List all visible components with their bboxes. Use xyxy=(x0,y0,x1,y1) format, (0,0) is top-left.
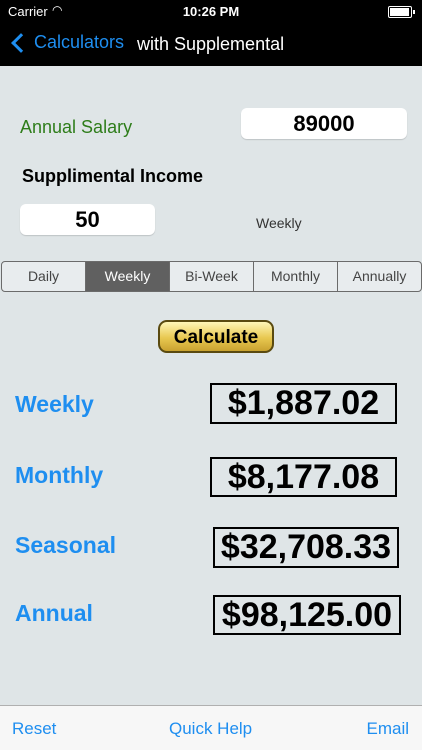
navigation-bar: Calculators with Supplemental xyxy=(0,22,422,66)
segment-monthly[interactable]: Monthly xyxy=(254,262,338,291)
battery-icon xyxy=(388,6,415,18)
calculate-button[interactable]: Calculate xyxy=(158,320,274,353)
annual-salary-field[interactable]: 89000 xyxy=(241,108,407,139)
back-button[interactable]: Calculators xyxy=(10,32,124,53)
email-button[interactable]: Email xyxy=(366,719,409,739)
seasonal-result-label: Seasonal xyxy=(15,532,116,558)
reset-button[interactable]: Reset xyxy=(12,719,56,739)
segment-bi-week[interactable]: Bi-Week xyxy=(170,262,254,291)
quick-help-button[interactable]: Quick Help xyxy=(169,719,252,739)
segment-annually[interactable]: Annually xyxy=(338,262,421,291)
page-title: with Supplemental xyxy=(137,34,285,54)
monthly-result-label: Monthly xyxy=(15,462,104,488)
weekly-result-label: Weekly xyxy=(15,391,94,417)
back-button-label: Calculators xyxy=(34,32,125,52)
weekly-result-value: $1,887.02 xyxy=(210,383,397,424)
supplemental-frequency-label: Weekly xyxy=(256,215,302,231)
segment-daily[interactable]: Daily xyxy=(2,262,86,291)
annual-salary-label: Annual Salary xyxy=(20,117,133,137)
status-bar: Carrier ◠ 10:26 PM xyxy=(0,0,422,22)
bottom-toolbar: Reset Quick Help Email xyxy=(0,705,422,750)
chevron-left-icon xyxy=(11,32,31,53)
seasonal-result-value: $32,708.33 xyxy=(213,527,399,568)
supplemental-income-label: Supplimental Income xyxy=(22,166,204,186)
segment-weekly[interactable]: Weekly xyxy=(86,262,170,291)
clock-label: 10:26 PM xyxy=(182,4,240,19)
annual-result-label: Annual xyxy=(15,600,93,626)
frequency-segmented-control: Daily Weekly Bi-Week Monthly Annually xyxy=(1,261,422,292)
annual-result-value: $98,125.00 xyxy=(213,595,401,635)
supplemental-income-field[interactable]: 50 xyxy=(20,204,155,235)
monthly-result-value: $8,177.08 xyxy=(210,457,397,497)
